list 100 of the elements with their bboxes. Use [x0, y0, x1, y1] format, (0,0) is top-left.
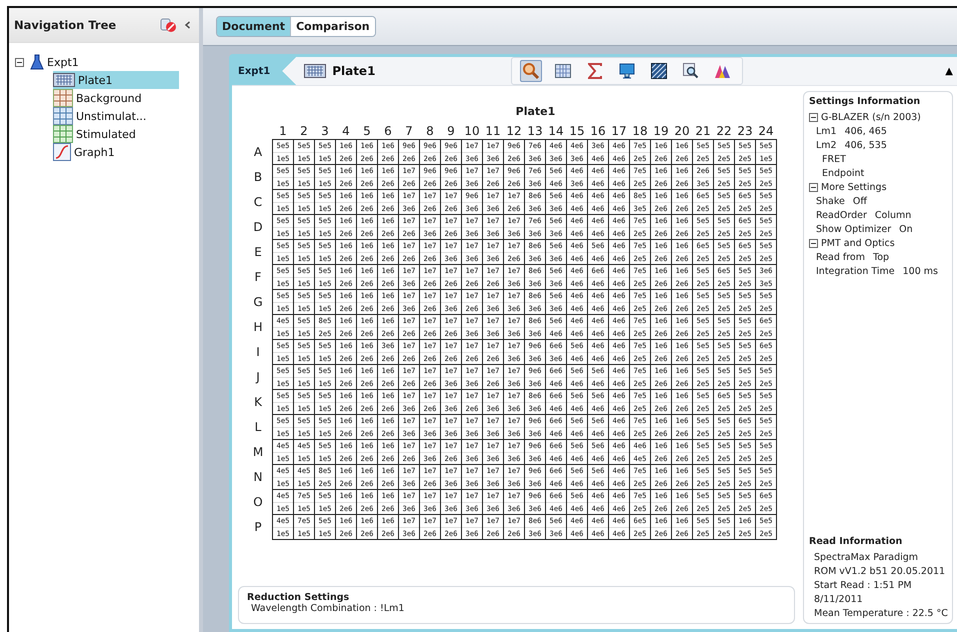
setting-value: On [899, 224, 913, 234]
column-header: 14 [546, 124, 566, 140]
column-header: 11 [482, 124, 504, 140]
table-icon [53, 107, 73, 125]
column-header: 1 [272, 124, 294, 140]
panel-title: Navigation Tree [14, 18, 118, 32]
document-title: Plate1 [332, 64, 376, 78]
search-icon [683, 63, 700, 79]
row-header: A [244, 140, 272, 164]
row-header: J [244, 364, 272, 390]
setting-value: 406, 465 [844, 126, 887, 136]
column-header: 8 [420, 124, 440, 140]
column-header: 23 [734, 124, 756, 140]
column-header: 9 [440, 124, 462, 140]
tree-item[interactable]: Graph1 [53, 143, 179, 161]
collapse-icon[interactable] [809, 238, 818, 248]
column-header: 24 [756, 124, 776, 140]
row-header: D [244, 214, 272, 240]
graph-icon [53, 143, 71, 161]
setting-name: Lm2 [816, 140, 837, 150]
collapse-arrow[interactable]: ▲ [945, 66, 953, 76]
reduction-text: Wavelength Combination : !Lm1 [251, 603, 406, 614]
column-header: 20 [672, 124, 692, 140]
column-header: 19 [650, 124, 672, 140]
group-label: G-BLAZER (s/n 2003) [821, 112, 921, 122]
row-header: B [244, 164, 272, 190]
breadcrumb-link[interactable]: Expt1 [232, 57, 296, 85]
plate-title: Plate1 [516, 105, 556, 118]
setting-name: ReadOrder [816, 210, 867, 220]
read-info-line: Start Read : 1:51 PM [813, 578, 913, 592]
sigma-icon [588, 63, 602, 79]
read-info-line: 8/11/2011 [813, 592, 864, 606]
setting-value: Top [873, 252, 890, 262]
setting-name: Shake [816, 196, 845, 206]
setting-value: 406, 535 [844, 140, 887, 150]
row-header: H [244, 314, 272, 340]
table-icon [53, 89, 73, 107]
read-info-line: Mean Temperature : 22.5 °C [813, 606, 948, 620]
section-title: Reduction Settings [247, 592, 350, 603]
setting-name: Read from [816, 252, 865, 262]
setting-name: Integration Time [816, 266, 895, 276]
color-peaks-icon [714, 63, 732, 79]
tree-item[interactable]: Unstimulat... [53, 107, 179, 125]
group-label: PMT and Optics [821, 238, 895, 248]
tree-item[interactable]: Expt1 [30, 53, 156, 71]
column-header: 22 [714, 124, 734, 140]
column-header: 5 [356, 124, 378, 140]
row-header: E [244, 240, 272, 264]
column-header: 16 [588, 124, 608, 140]
plate-icon [53, 73, 75, 87]
column-header: 3 [314, 124, 336, 140]
read-info-line: SpectraMax Paradigm [813, 550, 920, 564]
setting-name: Lm1 [816, 126, 837, 136]
row-header: G [244, 290, 272, 314]
section-title: Read Information [809, 536, 904, 547]
column-header: 4 [336, 124, 356, 140]
tree-item[interactable]: Background [53, 89, 179, 107]
flask-icon [30, 54, 44, 70]
column-header: 15 [566, 124, 588, 140]
column-header: 18 [630, 124, 650, 140]
row-header: N [244, 464, 272, 490]
monitor-icon [619, 63, 636, 79]
column-header: 12 [504, 124, 524, 140]
tab[interactable]: Comparison [290, 17, 375, 36]
setting-name: Show Optimizer [816, 224, 892, 234]
column-header: 6 [378, 124, 398, 140]
column-header: 7 [398, 124, 420, 140]
setting-note: Endpoint [821, 166, 866, 180]
setting-value: Off [852, 196, 867, 206]
column-header: 10 [462, 124, 482, 140]
setting-value: 100 ms [902, 266, 938, 276]
collapse-icon[interactable] [809, 112, 818, 122]
row-header: C [244, 190, 272, 214]
row-header: I [244, 340, 272, 364]
row-header: O [244, 490, 272, 514]
tree-item[interactable]: Stimulated [53, 125, 179, 143]
column-header: 17 [608, 124, 630, 140]
setting-value: Column [874, 210, 912, 220]
column-header: 21 [692, 124, 714, 140]
hatched-square-icon [651, 63, 668, 79]
setting-note: FRET [821, 152, 847, 166]
column-header: 13 [524, 124, 546, 140]
collapse-panel-icon[interactable] [183, 20, 193, 30]
tab[interactable]: Document [217, 17, 290, 36]
collapse-icon[interactable] [809, 182, 818, 192]
tree-item[interactable]: Plate1 [53, 71, 179, 89]
table-icon [53, 125, 73, 143]
plate-icon [304, 64, 326, 78]
section-title: Settings Information [809, 96, 922, 107]
column-header: 2 [294, 124, 314, 140]
row-header: F [244, 264, 272, 290]
grid-icon [555, 64, 572, 78]
row-header: P [244, 514, 272, 540]
zoom-tool-button[interactable] [520, 60, 542, 82]
read-info-line: ROM vV1.2 b51 20.05.2011 [813, 564, 946, 578]
row-header: M [244, 440, 272, 464]
group-label: More Settings [821, 182, 887, 192]
collapse-icon[interactable] [15, 58, 24, 66]
row-header: K [244, 390, 272, 414]
row-header: L [244, 414, 272, 440]
